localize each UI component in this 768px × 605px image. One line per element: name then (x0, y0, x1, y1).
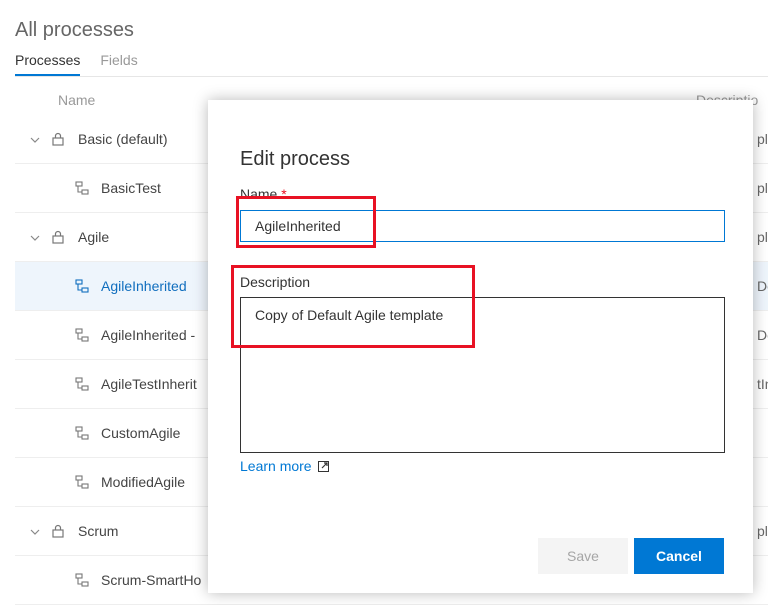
chevron-down-icon[interactable] (29, 231, 41, 243)
inherit-icon (75, 377, 89, 391)
required-marker: * (281, 186, 287, 202)
process-name: BasicTest (101, 180, 161, 196)
process-description: pl (757, 523, 768, 539)
description-input[interactable]: Copy of Default Agile template (240, 297, 725, 453)
page-title: All processes (15, 19, 134, 42)
process-description: pl (757, 131, 768, 147)
process-name: CustomAgile (101, 425, 181, 441)
external-link-icon (317, 460, 329, 472)
save-button[interactable]: Save (538, 538, 628, 574)
process-name: Agile (78, 229, 110, 245)
process-name: AgileInherited - (101, 327, 196, 343)
process-name: Basic (default) (78, 131, 168, 147)
description-label: Description (240, 274, 311, 290)
process-description: pl (757, 180, 768, 196)
tab-processes[interactable]: Processes (15, 52, 81, 76)
tab-fields[interactable]: Fields (100, 52, 137, 76)
dialog-title: Edit process (240, 147, 351, 170)
process-description: De (757, 278, 768, 294)
name-label-text: Name (240, 186, 278, 202)
lock-icon (51, 132, 65, 146)
name-label: Name * (240, 186, 287, 202)
process-description: pl (757, 229, 768, 245)
process-name: Scrum (78, 523, 119, 539)
process-description: tIn (757, 376, 768, 392)
learn-more-link[interactable]: Learn more (240, 458, 329, 474)
edit-process-dialog: Edit process Name * Description Copy of … (208, 100, 753, 593)
lock-icon (51, 230, 65, 244)
inherit-icon (75, 426, 89, 440)
inherit-icon (75, 181, 89, 195)
process-description: De (757, 327, 768, 343)
process-name: ModifiedAgile (101, 474, 186, 490)
inherit-icon (75, 279, 89, 293)
process-name: AgileTestInherit (101, 376, 197, 392)
inherit-icon (75, 475, 89, 489)
chevron-down-icon[interactable] (29, 133, 41, 145)
tab-bar: Processes Fields (15, 52, 138, 76)
chevron-down-icon[interactable] (29, 525, 41, 537)
cancel-button[interactable]: Cancel (634, 538, 724, 574)
tabs-divider (15, 76, 768, 77)
process-name: AgileInherited (101, 278, 187, 294)
learn-more-text: Learn more (240, 458, 312, 474)
inherit-icon (75, 328, 89, 342)
inherit-icon (75, 573, 89, 587)
lock-icon (51, 524, 65, 538)
column-header-name[interactable]: Name (58, 92, 95, 108)
name-input[interactable] (240, 210, 725, 242)
process-name: Scrum-SmartHo (101, 572, 202, 588)
